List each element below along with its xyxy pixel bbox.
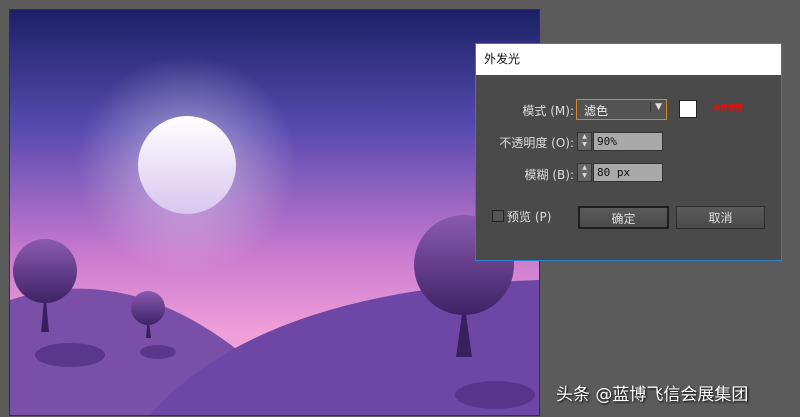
dialog-title: 外发光 — [476, 44, 781, 75]
color-note: #ffffff — [713, 104, 743, 114]
watermark: 头条 @蓝博飞信会展集团 — [556, 385, 749, 405]
preview-label: 预览 (P) — [507, 210, 552, 224]
opacity-input[interactable]: 90% — [593, 132, 663, 151]
mode-select[interactable]: 滤色 ▼ — [576, 99, 667, 120]
preview-checkbox[interactable] — [492, 210, 504, 222]
cancel-button[interactable]: 取消 — [676, 206, 765, 229]
ok-button[interactable]: 确定 — [578, 206, 669, 229]
artwork-canvas — [9, 9, 540, 416]
outer-glow-dialog: 外发光 模式 (M): 滤色 ▼ #ffffff 不透明度 (O): ▲ ▼ 90… — [475, 43, 782, 261]
blur-input[interactable]: 80 px — [593, 163, 663, 182]
blur-label: 模糊 (B): — [524, 168, 574, 182]
moon — [138, 116, 236, 214]
blur-spinner[interactable]: ▲ ▼ — [577, 163, 592, 182]
color-swatch[interactable] — [679, 100, 697, 118]
chevron-down-icon: ▼ — [650, 102, 662, 112]
tree — [131, 291, 165, 325]
mode-value: 滤色 — [584, 104, 609, 118]
mode-label: 模式 (M): — [522, 104, 574, 118]
opacity-spinner[interactable]: ▲ ▼ — [577, 132, 592, 151]
tree — [13, 239, 77, 303]
opacity-label: 不透明度 (O): — [499, 136, 574, 150]
